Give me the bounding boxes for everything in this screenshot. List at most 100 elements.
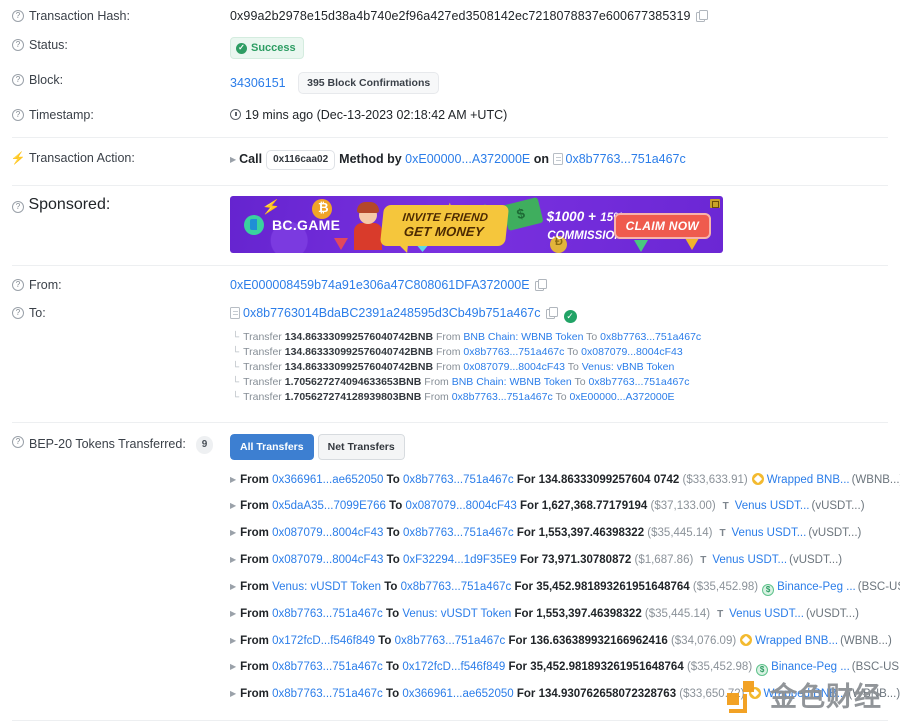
token-transfers-list: ▶ From 0x366961...ae652050 To 0x8b7763...… (230, 467, 900, 707)
transfer-amount: 134.863330992576040742BNB (284, 346, 434, 358)
sponsored-banner-ad[interactable]: ⚡ ★ BC.GAME INVITE FRIEND GET MONEY $100… (230, 196, 723, 253)
help-icon[interactable]: ? (12, 201, 24, 213)
token-name-link[interactable]: Wrapped BNB... (755, 635, 838, 647)
block-number-link[interactable]: 34306151 (230, 76, 286, 90)
transfer-to-link[interactable]: 0x8b7763...751a467c (600, 331, 701, 343)
to-word: To (555, 391, 567, 403)
from-word: From (240, 581, 269, 593)
transfer-from-link[interactable]: 0x8b7763...751a467c (452, 391, 553, 403)
watermark: 金色财经 (727, 681, 882, 713)
to-word: To (386, 474, 400, 486)
from-word: From (240, 474, 269, 486)
transfer-from-link[interactable]: 0x8b7763...751a467c (463, 346, 564, 358)
token-symbol: (vUSDT...) (811, 500, 865, 512)
transfer-from-link[interactable]: 0x087079...8004cF43 (463, 361, 565, 373)
contract-address-link[interactable]: 0x8b7763...751a467c (566, 152, 686, 166)
help-icon[interactable]: ? (12, 307, 24, 319)
transfer-to-link[interactable]: Venus: vBNB Token (582, 361, 675, 373)
call-word: Call (239, 152, 263, 166)
binance-peg-token-icon: $ (762, 584, 775, 596)
expand-caret-icon[interactable]: ▶ (230, 555, 236, 564)
token-transfer-from-link[interactable]: 0x366961...ae652050 (272, 474, 383, 486)
from-word: From (435, 346, 461, 358)
help-icon[interactable]: ? (12, 74, 24, 86)
token-transfer-to-link[interactable]: 0x172fcD...f546f849 (402, 661, 505, 673)
token-transfer-to-link[interactable]: 0xF32294...1d9F35E9 (403, 554, 517, 566)
transfer-to-link[interactable]: 0xE00000...A372000E (569, 391, 674, 403)
token-name-link[interactable]: Binance-Peg ... (771, 661, 850, 673)
token-name-link[interactable]: Venus USDT... (729, 608, 804, 620)
venus-usdt-token-icon: T (717, 609, 724, 620)
expand-caret-icon[interactable]: ▶ (230, 662, 236, 671)
row-sponsored: ? Sponsored: ⚡ ★ BC.GAME INVITE FRIEND G… (0, 186, 900, 253)
contract-icon (552, 153, 563, 165)
token-transfer-from-link[interactable]: 0x8b7763...751a467c (272, 661, 383, 673)
expand-caret-icon[interactable]: ▶ (230, 528, 236, 537)
ad-choices-icon[interactable] (710, 199, 720, 208)
row-timestamp: ? Timestamp: 19 mins ago (Dec-13-2023 02… (0, 94, 900, 123)
token-name-link[interactable]: Venus USDT... (712, 554, 787, 566)
expand-caret-icon[interactable]: ▶ (230, 689, 236, 698)
row-status: ? Status: ✓ Success (0, 25, 900, 59)
tab-all-transfers[interactable]: All Transfers (230, 434, 314, 460)
status-label: Status: (29, 38, 68, 52)
copy-icon[interactable] (534, 279, 547, 291)
banner-brand: BC.GAME (272, 217, 341, 233)
transfer-from-link[interactable]: BNB Chain: WBNB Token (463, 331, 583, 343)
banner-cta-button[interactable]: CLAIM NOW (613, 213, 711, 239)
token-transfer-to-link[interactable]: 0x8b7763...751a467c (403, 527, 514, 539)
copy-icon[interactable] (545, 307, 558, 319)
from-address-link[interactable]: 0xE000008459b74a91e306a47C808061DFA37200… (230, 278, 530, 292)
help-icon[interactable]: ? (12, 279, 24, 291)
token-transfer-from-link[interactable]: 0x5daA35...7099E766 (272, 500, 386, 512)
transaction-action-label: Transaction Action: (29, 151, 135, 165)
token-transfer-from-link[interactable]: 0x8b7763...751a467c (272, 608, 383, 620)
expand-caret-icon[interactable]: ▶ (230, 609, 236, 618)
transfer-to-link[interactable]: 0x8b7763...751a467c (588, 376, 689, 388)
token-transfer-amount: 136.636389932166962416 (530, 635, 668, 647)
transfer-to-link[interactable]: 0x087079...8004cF43 (581, 346, 683, 358)
token-name-link[interactable]: Venus USDT... (732, 527, 807, 539)
from-word: From (435, 361, 461, 373)
token-transfer-to-link[interactable]: 0x087079...8004cF43 (406, 500, 517, 512)
token-transfer-to-link[interactable]: Venus: vUSDT Token (402, 608, 511, 620)
verified-contract-icon: ✓ (563, 310, 577, 323)
token-transfer-to-link[interactable]: 0x8b7763...751a467c (395, 635, 506, 647)
token-name-link[interactable]: Wrapped BNB... (767, 474, 850, 486)
help-icon[interactable]: ? (12, 109, 24, 121)
status-badge: ✓ Success (230, 37, 304, 59)
transfer-amount: 134.863330992576040742BNB (284, 361, 434, 373)
expand-caret-icon[interactable]: ▶ (230, 152, 236, 168)
token-transfer-from-link[interactable]: Venus: vUSDT Token (272, 581, 381, 593)
token-transfer-to-link[interactable]: 0x8b7763...751a467c (403, 474, 514, 486)
token-name-link[interactable]: Venus USDT... (735, 500, 810, 512)
block-confirmations-badge: 395 Block Confirmations (298, 72, 440, 94)
token-transfer-from-link[interactable]: 0x087079...8004cF43 (272, 527, 383, 539)
token-transfer-from-link[interactable]: 0x087079...8004cF43 (272, 554, 383, 566)
expand-caret-icon[interactable]: ▶ (230, 636, 236, 645)
tab-net-transfers[interactable]: Net Transfers (317, 434, 405, 460)
for-word: For (520, 500, 539, 512)
expand-caret-icon[interactable]: ▶ (230, 475, 236, 484)
token-name-link[interactable]: Binance-Peg ... (777, 581, 856, 593)
for-word: For (520, 554, 539, 566)
help-icon[interactable]: ? (12, 436, 24, 448)
method-by-address-link[interactable]: 0xE00000...A372000E (405, 152, 530, 166)
expand-caret-icon[interactable]: ▶ (230, 582, 236, 591)
transfer-from-link[interactable]: BNB Chain: WBNB Token (452, 376, 572, 388)
token-transfer-to-link[interactable]: 0x8b7763...751a467c (401, 581, 512, 593)
to-word: To (385, 661, 400, 673)
help-icon[interactable]: ? (12, 39, 24, 51)
token-symbol: (WBNB...) (840, 635, 892, 647)
banner-offer-amount: $1000 + (546, 209, 596, 224)
token-transfer-to-link[interactable]: 0x366961...ae652050 (402, 688, 513, 700)
value-status: ✓ Success (230, 37, 888, 59)
to-address-link[interactable]: 0x8b7763014BdaBC2391a248595d3Cb49b751a46… (243, 306, 541, 320)
help-icon[interactable]: ? (12, 10, 24, 22)
token-transfer-from-link[interactable]: 0x8b7763...751a467c (272, 688, 383, 700)
for-word: For (516, 474, 536, 486)
copy-icon[interactable] (695, 10, 708, 22)
token-transfer-from-link[interactable]: 0x172fcD...f546f849 (272, 635, 375, 647)
expand-caret-icon[interactable]: ▶ (230, 501, 236, 510)
venus-usdt-token-icon: T (719, 528, 726, 539)
